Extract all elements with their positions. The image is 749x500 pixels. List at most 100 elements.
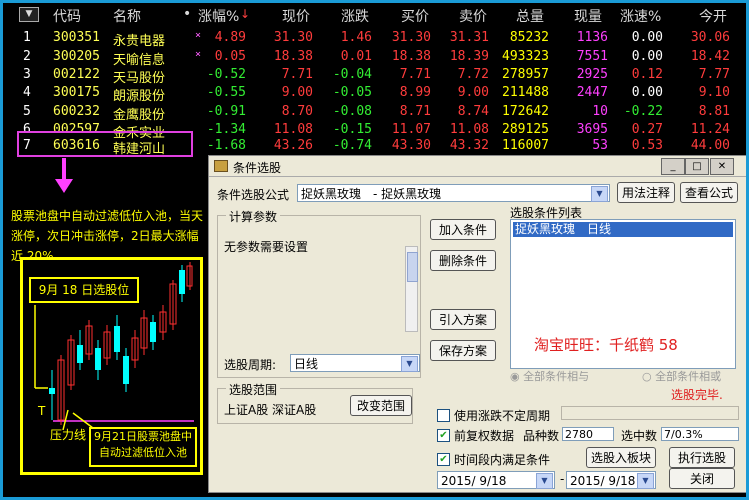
row-mark: × [195,49,202,60]
cell-volume: 85232 [509,30,549,45]
col-price[interactable]: 现价 [282,6,310,26]
close-icon[interactable]: ✕ [710,158,734,175]
change-range-button[interactable]: 改变范围 [350,395,412,416]
col-speed[interactable]: 涨速% [620,6,661,26]
table-row[interactable]: 1 300351 永贵电器 × 4.89 31.30 1.46 31.30 31.31 85232… [3,29,746,49]
date-to[interactable]: 2015/ 9/18 ▼ [566,471,656,489]
cell-change: -0.08 [332,104,372,119]
date-from[interactable]: 2015/ 9/18 ▼ [437,471,555,489]
date-dash: - [560,472,565,486]
table-row[interactable]: 3 002122 天马股份 -0.52 7.71 -0.04 7.71 7.72 278957 2… [3,66,746,86]
cell-change-pct: 0.05 [214,49,246,64]
usage-button[interactable]: 用法注释 [617,182,675,203]
range-title: 选股范围 [226,381,281,398]
dialog-titlebar[interactable]: 条件选股 _ □ ✕ [209,156,746,177]
cell-change-pct: -0.52 [206,67,246,82]
cell-change: -0.15 [332,122,372,137]
table-row[interactable]: 2 300205 天喻信息 × 0.05 18.38 0.01 18.38 18.39 49332… [3,48,746,68]
minimize-icon[interactable]: _ [661,158,685,175]
chevron-down-icon[interactable]: ▼ [401,356,418,372]
sort-toggle[interactable]: ▼ [19,7,39,22]
stock-code: 600232 [53,104,100,119]
col-code[interactable]: 代码 [53,6,81,26]
cell-volume: 211488 [502,85,549,100]
cell-speed: 0.27 [631,122,663,137]
condition-select-dialog: 条件选股 _ □ ✕ 条件选股公式 捉妖黑玫瑰 - 捉妖黑玫瑰 ▼ 用法注释 查… [208,155,746,493]
import-scheme-button[interactable]: 引入方案 [430,309,496,330]
cell-price: 9.00 [281,85,313,100]
label-pressure: 压力线 [50,428,87,442]
to-block-button[interactable]: 选股入板块 [586,447,656,468]
chevron-down-icon[interactable]: ▼ [591,186,608,202]
cell-speed: 0.00 [631,49,663,64]
sort-arrow-icon: ↓ [240,7,251,21]
col-bid[interactable]: 买价 [401,6,429,26]
status-text: 选股完毕. [671,388,723,402]
save-scheme-button[interactable]: 保存方案 [430,340,496,361]
radio-or[interactable]: ○ 全部条件相或 [642,368,721,384]
formula-label: 条件选股公式 [217,188,290,202]
cell-cur-vol: 53 [592,138,608,153]
table-row[interactable]: 5 600232 金鹰股份 -0.91 8.70 -0.08 8.71 8.74 172642 1… [3,103,746,123]
formula-select[interactable]: 捉妖黑玫瑰 - 捉妖黑玫瑰 ▼ [297,184,610,202]
cell-open: 8.81 [698,104,730,119]
col-cur-vol[interactable]: 现量 [574,6,602,26]
stock-name: 永贵电器 [113,34,166,49]
add-condition-button[interactable]: 加入条件 [430,219,496,240]
col-volume[interactable]: 总量 [516,6,544,26]
row-number: 3 [23,67,31,82]
params-scrollbar[interactable] [405,246,418,332]
period-select[interactable]: 日线 ▼ [290,354,420,372]
cell-change: 1.46 [340,30,372,45]
row-number: 1 [23,30,31,45]
cell-volume: 278957 [502,67,549,82]
rights-label: 前复权数据 [454,429,515,443]
quote-table-header: ▼ 代码 名称 • 涨幅% ↓ 现价 涨跌 买价 卖价 总量 现量 涨速% 今开 [3,3,746,25]
execute-button[interactable]: 执行选股 [669,447,735,468]
col-ask[interactable]: 卖价 [459,6,487,26]
cell-ask: 9.00 [457,85,489,100]
cell-bid: 7.71 [399,67,431,82]
chevron-down-icon[interactable]: ▼ [637,473,654,489]
cell-cur-vol: 10 [592,104,608,119]
label-t: T [38,404,46,418]
radio-and[interactable]: ◉ 全部条件相与 [510,368,589,384]
cell-cur-vol: 7551 [576,49,608,64]
period-label: 选股周期: [224,358,277,372]
list-item[interactable]: 捉妖黑玫瑰 日线 [513,222,733,237]
limit-checkbox[interactable] [437,409,450,422]
candle [95,348,101,370]
candle [179,270,185,294]
table-row[interactable]: 4 300175 朗源股份 -0.55 9.00 -0.05 8.99 9.00 211488 2… [3,84,746,104]
col-change-pct[interactable]: 涨幅% [198,6,239,26]
formula-value: 捉妖黑玫瑰 - 捉妖黑玫瑰 [301,187,442,201]
cell-speed: 0.53 [631,138,663,153]
params-text: 无参数需要设置 [224,240,309,254]
cell-speed: 0.12 [631,67,663,82]
candlestick-chart: 9月 18 日选股位 T 压力线 9月21日股票池盘中自动过滤低位入池 [20,257,203,475]
cell-bid: 11.07 [391,122,431,137]
cell-price: 8.70 [281,104,313,119]
rights-checkbox[interactable]: ✔ [437,429,450,442]
col-change[interactable]: 涨跌 [341,6,369,26]
delete-condition-button[interactable]: 删除条件 [430,250,496,271]
params-title: 计算参数 [226,208,281,225]
cell-change: -0.04 [332,67,372,82]
cell-volume: 116007 [502,138,549,153]
row-number: 4 [23,85,31,100]
chevron-down-icon[interactable]: ▼ [536,473,553,489]
candle [114,326,120,352]
col-open[interactable]: 今开 [699,6,727,26]
count-field: 2780 [562,427,614,441]
scroll-thumb[interactable] [407,252,418,282]
cell-change-pct: -1.68 [206,138,246,153]
count-label: 品种数 [523,429,560,443]
candle [123,356,129,384]
row-number: 2 [23,49,31,64]
cell-price: 43.26 [273,138,313,153]
col-name[interactable]: 名称 [113,6,141,26]
close-button[interactable]: 关闭 [669,468,735,489]
view-formula-button[interactable]: 查看公式 [680,182,738,203]
maximize-icon[interactable]: □ [685,158,709,175]
period-checkbox[interactable]: ✔ [437,453,450,466]
